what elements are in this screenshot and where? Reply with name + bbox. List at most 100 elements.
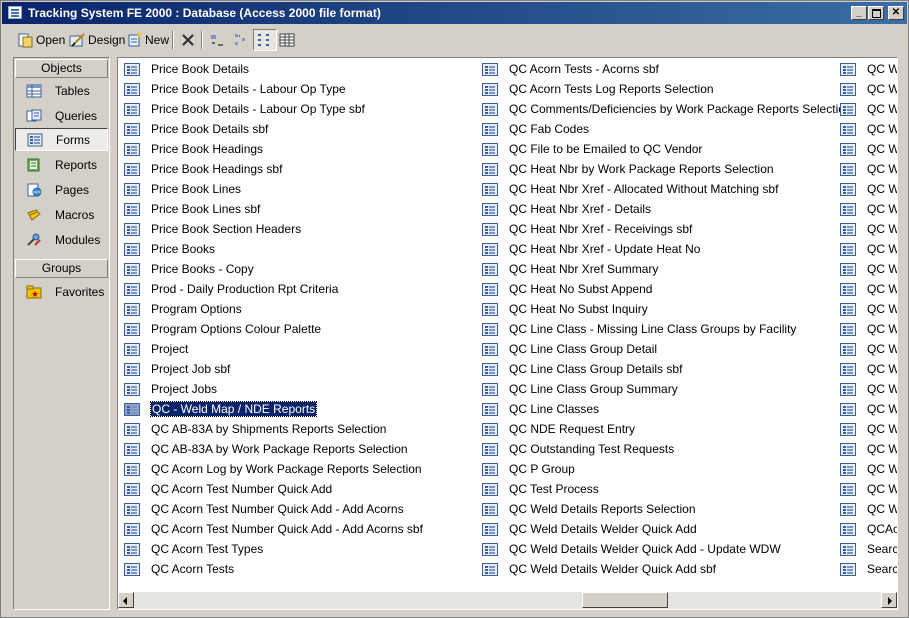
form-list-item[interactable]: QC W [834, 339, 897, 359]
form-list-item[interactable]: QCAc [834, 519, 897, 539]
form-list-item[interactable]: QC Fab Codes [476, 119, 589, 139]
form-list-item[interactable]: QC W [834, 419, 897, 439]
form-list-item[interactable]: Program Options [118, 299, 242, 319]
form-list-item[interactable]: QC Acorn Log by Work Package Reports Sel… [118, 459, 422, 479]
form-list-item[interactable]: Price Book Details - Labour Op Type [118, 79, 346, 99]
form-list-item[interactable]: QC W [834, 119, 897, 139]
form-list-item[interactable]: QC Weld Details Welder Quick Add sbf [476, 559, 716, 579]
form-list-item[interactable]: QC Line Class Group Summary [476, 379, 678, 399]
form-list-item[interactable]: QC Heat Nbr Xref - Receivings sbf [476, 219, 692, 239]
form-list-item[interactable]: QC W [834, 259, 897, 279]
sidebar-item-macros[interactable]: Macros [15, 203, 108, 226]
form-list-item[interactable]: QC Weld Details Reports Selection [476, 499, 696, 519]
close-button[interactable]: ✕ [888, 6, 904, 20]
form-list-item[interactable]: QC W [834, 219, 897, 239]
form-list-item[interactable]: QC NDE Request Entry [476, 419, 635, 439]
form-list-item[interactable]: QC Heat No Subst Append [476, 279, 652, 299]
form-list-item[interactable]: QC Acorn Test Types [118, 539, 263, 559]
form-list-item[interactable]: Searc [834, 559, 897, 579]
sidebar-item-queries[interactable]: Queries [15, 104, 108, 127]
form-list-item[interactable]: Price Book Headings sbf [118, 159, 282, 179]
form-list-item[interactable]: Price Book Details [118, 59, 249, 79]
form-list-item[interactable]: Price Book Headings [118, 139, 263, 159]
form-list-item[interactable]: Prod - Daily Production Rpt Criteria [118, 279, 338, 299]
form-list-item[interactable]: Project Job sbf [118, 359, 230, 379]
form-list-item[interactable]: QC Heat No Subst Inquiry [476, 299, 648, 319]
form-list-item[interactable]: QC Comments/Deficiencies by Work Package… [476, 99, 852, 119]
form-list-item[interactable]: QC Heat Nbr Xref - Update Heat No [476, 239, 700, 259]
form-list-item[interactable]: QC Outstanding Test Requests [476, 439, 674, 459]
form-list-item[interactable]: QC W [834, 139, 897, 159]
form-list-item[interactable]: Price Book Lines sbf [118, 199, 260, 219]
form-list-item[interactable]: QC W [834, 479, 897, 499]
form-list-item[interactable]: QC W [834, 239, 897, 259]
form-list-item[interactable]: QC Acorn Test Number Quick Add - Add Aco… [118, 499, 404, 519]
form-list-item[interactable]: QC File to be Emailed to QC Vendor [476, 139, 702, 159]
form-list-item[interactable]: QC Acorn Tests [118, 559, 234, 579]
maximize-button[interactable] [868, 6, 884, 20]
small-icons-button[interactable] [230, 29, 252, 51]
form-list-item[interactable]: Price Book Section Headers [118, 219, 301, 239]
minimize-button[interactable]: _ [851, 6, 867, 20]
objects-header[interactable]: Objects [15, 59, 108, 78]
form-list-item[interactable]: QC Line Classes [476, 399, 599, 419]
form-list-item[interactable]: QC W [834, 279, 897, 299]
details-view-button[interactable] [276, 29, 298, 51]
form-list-item[interactable]: Price Books - Copy [118, 259, 254, 279]
form-list-item[interactable]: QC W [834, 159, 897, 179]
form-list-item[interactable]: QC W [834, 79, 897, 99]
delete-button[interactable] [177, 29, 199, 51]
form-list-item[interactable]: QC Weld Details Welder Quick Add [476, 519, 697, 539]
list-view-button[interactable] [253, 29, 277, 51]
form-list-item[interactable]: QC W [834, 379, 897, 399]
horizontal-scrollbar[interactable] [118, 592, 897, 609]
scroll-left-button[interactable] [118, 592, 134, 608]
form-list-item[interactable]: QC Heat Nbr Xref - Details [476, 199, 651, 219]
new-button[interactable]: New [123, 29, 172, 51]
form-list-item[interactable]: QC W [834, 499, 897, 519]
form-list-item[interactable]: QC W [834, 439, 897, 459]
form-list-item[interactable]: QC Acorn Test Number Quick Add - Add Aco… [118, 519, 423, 539]
form-list-item[interactable]: QC Heat Nbr Xref Summary [476, 259, 658, 279]
form-list-item[interactable]: QC W [834, 319, 897, 339]
groups-header[interactable]: Groups [15, 259, 108, 278]
form-list-item[interactable]: Project [118, 339, 188, 359]
form-list-item[interactable]: Price Books [118, 239, 215, 259]
form-list-item[interactable]: Price Book Details sbf [118, 119, 268, 139]
form-list-item[interactable]: QC W [834, 199, 897, 219]
form-list-item[interactable]: QC AB-83A by Shipments Reports Selection [118, 419, 386, 439]
form-list-item[interactable]: Program Options Colour Palette [118, 319, 321, 339]
sidebar-item-tables[interactable]: Tables [15, 79, 108, 102]
scrollbar-thumb[interactable] [582, 592, 669, 608]
form-list-item[interactable]: Price Book Details - Labour Op Type sbf [118, 99, 365, 119]
form-list-item[interactable]: Price Book Lines [118, 179, 241, 199]
form-list-item[interactable]: QC Acorn Test Number Quick Add [118, 479, 332, 499]
form-list-item[interactable]: QC Heat Nbr Xref - Allocated Without Mat… [476, 179, 778, 199]
design-button[interactable]: Design [66, 29, 128, 51]
open-button[interactable]: Open [14, 29, 68, 51]
sidebar-item-pages[interactable]: Pages [15, 178, 108, 201]
form-list-item[interactable]: QC W [834, 399, 897, 419]
form-list-item[interactable]: QC W [834, 459, 897, 479]
sidebar-item-modules[interactable]: Modules [15, 228, 108, 251]
form-list-item[interactable]: QC AB-83A by Work Package Reports Select… [118, 439, 408, 459]
form-list-item[interactable]: Project Jobs [118, 379, 217, 399]
form-list-item[interactable]: QC Heat Nbr by Work Package Reports Sele… [476, 159, 774, 179]
form-list-item[interactable]: QC Line Class Group Detail [476, 339, 657, 359]
form-list-item[interactable]: QC P Group [476, 459, 575, 479]
large-icons-button[interactable] [206, 29, 228, 51]
form-list-item[interactable]: QC W [834, 299, 897, 319]
form-list-item[interactable]: QC W [834, 59, 897, 79]
form-list-item[interactable]: QC Line Class Group Details sbf [476, 359, 682, 379]
sidebar-item-reports[interactable]: Reports [15, 153, 108, 176]
form-list-item[interactable]: QC Line Class - Missing Line Class Group… [476, 319, 796, 339]
scroll-right-button[interactable] [881, 592, 897, 608]
form-list-item[interactable]: QC Acorn Tests - Acorns sbf [476, 59, 659, 79]
form-list-item[interactable]: QC Test Process [476, 479, 599, 499]
form-list-item[interactable]: QC W [834, 99, 897, 119]
form-list-item[interactable]: QC W [834, 179, 897, 199]
form-list-item[interactable]: QC Weld Details Welder Quick Add - Updat… [476, 539, 781, 559]
form-list-item[interactable]: QC Acorn Tests Log Reports Selection [476, 79, 714, 99]
group-item-favorites[interactable]: ★ Favorites [15, 280, 108, 303]
form-list-item[interactable]: Searc [834, 539, 897, 559]
